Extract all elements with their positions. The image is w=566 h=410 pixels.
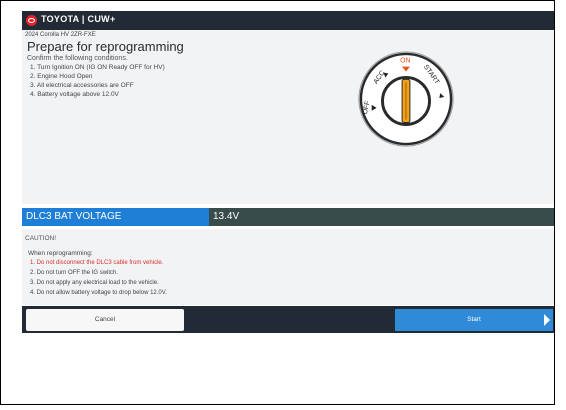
prepare-panel: 2024 Corolla HV 2ZR-FXE Prepare for repr… [22,30,554,204]
screenshot-frame: TOYOTA | CUW+ 2024 Corolla HV 2ZR-FXE Pr… [0,0,555,405]
caution-item: 3. Do not apply any electrical load to t… [30,280,159,286]
caution-item: 1. Do not disconnect the DLC3 cable from… [30,260,164,266]
app-header: TOYOTA | CUW+ [22,11,554,30]
condition-item: 4. Battery voltage above 12.0V [30,91,119,98]
page-title: Prepare for reprogramming [27,39,184,54]
brand-title: TOYOTA | CUW+ [41,14,116,24]
ignition-switch-diagram: OFF ACC ON START [358,51,454,147]
caution-item: 2. Do not turn OFF the IG switch. [30,270,119,276]
voltage-label-cell: DLC3 BAT VOLTAGE [22,208,209,226]
cancel-button[interactable]: Cancel [26,309,184,331]
conditions-subtitle: Confirm the following conditions. [27,55,128,62]
condition-item: 3. All electrical accessories are OFF [30,82,134,89]
vehicle-info: 2024 Corolla HV 2ZR-FXE [25,32,96,38]
caution-intro: When reprogramming: [28,250,93,257]
toyota-logo-icon [26,15,37,26]
start-button-label: Start [467,316,481,323]
action-bar: Cancel Start [22,306,554,333]
condition-item: 1. Turn Ignition ON (IG ON Ready OFF for… [30,64,165,71]
key-slot-groove [405,82,407,120]
caution-panel: CAUTION! When reprogramming: 1. Do not d… [22,229,554,305]
condition-item: 2. Engine Hood Open [30,73,93,80]
voltage-value: 13.4V [213,211,240,222]
cancel-button-label: Cancel [94,316,116,323]
voltage-value-cell: 13.4V [209,208,554,226]
voltage-readout: DLC3 BAT VOLTAGE 13.4V [22,208,554,226]
position-on-label: ON [400,58,410,65]
voltage-label: DLC3 BAT VOLTAGE [26,211,122,222]
start-button[interactable]: Start [395,309,553,331]
app-screen: TOYOTA | CUW+ 2024 Corolla HV 2ZR-FXE Pr… [2,2,554,335]
chevron-right-icon [544,314,550,326]
caution-item: 4. Do not allow battery voltage to drop … [30,290,167,296]
caution-title: CAUTION! [25,235,57,242]
